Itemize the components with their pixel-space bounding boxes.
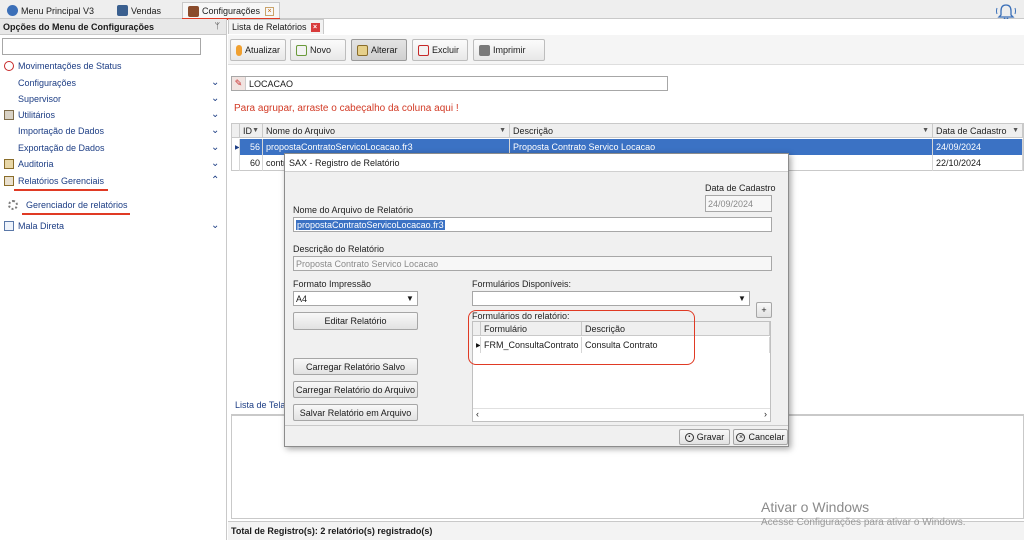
close-icon[interactable]: × bbox=[310, 22, 320, 32]
report-icon bbox=[4, 176, 14, 186]
edit-report-button[interactable]: Editar Relatório bbox=[293, 312, 418, 330]
edit-icon bbox=[357, 44, 368, 56]
file-name-field[interactable]: propostaContratoServicoLocacao.fr3 bbox=[293, 217, 772, 232]
available-forms-select[interactable]: ▼ bbox=[472, 291, 750, 306]
delete-button[interactable]: Excluir bbox=[412, 39, 468, 61]
menu-item-auditoria[interactable]: Auditoria ⌄ bbox=[0, 156, 226, 172]
app-icon bbox=[117, 5, 128, 16]
cancel-icon: × bbox=[736, 432, 746, 442]
tab-lista-relatorios[interactable]: Lista de Relatórios × bbox=[228, 19, 324, 34]
add-form-button[interactable]: + bbox=[756, 302, 772, 318]
chevron-down-icon: ⌄ bbox=[211, 220, 220, 231]
menu-item-utilitarios[interactable]: Utilitários ⌄ bbox=[0, 107, 226, 123]
load-report-file-button[interactable]: Carregar Relatório do Arquivo bbox=[293, 381, 418, 398]
top-tab-bar: Menu Principal V3 Vendas Configurações × bbox=[0, 0, 1024, 21]
row-indicator-icon: ▶ bbox=[232, 139, 240, 155]
app-icon bbox=[7, 5, 18, 16]
column-header-date[interactable]: Data de Cadastro ▼ bbox=[933, 124, 1023, 138]
dropdown-arrow-icon: ▼ bbox=[406, 294, 414, 303]
description-label: Descrição do Relatório bbox=[293, 244, 385, 254]
menu-item-supervisor[interactable]: Supervisor ⌄ bbox=[0, 91, 226, 107]
menu-item-configuracoes[interactable]: Configurações ⌄ bbox=[0, 75, 226, 91]
config-menu-panel: Opções do Menu de Configurações ᛘ Movime… bbox=[0, 19, 227, 540]
horizontal-scrollbar[interactable]: ‹ › bbox=[473, 408, 770, 421]
column-header-id[interactable]: ID ▼ bbox=[240, 124, 263, 138]
chevron-down-icon: ⌄ bbox=[211, 158, 220, 169]
row-indicator-header bbox=[232, 124, 240, 138]
cell-id: 56 bbox=[240, 139, 263, 155]
available-forms-label: Formulários Disponíveis: bbox=[472, 279, 572, 289]
gear-icon bbox=[8, 200, 18, 210]
filter-icon[interactable]: ▼ bbox=[922, 127, 929, 134]
print-format-label: Formato Impressão bbox=[293, 279, 372, 289]
report-register-dialog: SAX - Registro de Relatório Data de Cada… bbox=[284, 153, 789, 447]
close-icon[interactable]: × bbox=[265, 6, 275, 16]
cancel-button[interactable]: × Cancelar bbox=[733, 429, 788, 445]
divider bbox=[285, 425, 788, 426]
settings-icon bbox=[188, 5, 199, 17]
scroll-left-icon[interactable]: ‹ bbox=[476, 409, 479, 419]
group-hint: Para agrupar, arraste o cabeçalho da col… bbox=[234, 103, 459, 114]
menu-item-relatorios-gerenciais[interactable]: Relatórios Gerenciais ⌃ bbox=[0, 173, 226, 189]
description-field[interactable]: Proposta Contrato Servico Locacao bbox=[293, 256, 772, 271]
annotation-underline bbox=[22, 213, 130, 215]
annotation-highlight bbox=[468, 310, 695, 365]
toolbar bbox=[228, 35, 1024, 65]
cell-date: 22/10/2024 bbox=[933, 155, 1023, 171]
menu-item-mala-direta[interactable]: Mala Direta ⌄ bbox=[0, 218, 226, 234]
print-button[interactable]: Imprimir bbox=[473, 39, 545, 61]
chevron-down-icon: ⌄ bbox=[211, 93, 220, 104]
chevron-down-icon: ⌄ bbox=[211, 125, 220, 136]
menu-item-importacao[interactable]: Importação de Dados ⌄ bbox=[0, 123, 226, 139]
date-label: Data de Cadastro bbox=[705, 183, 776, 193]
filter-icon[interactable]: ▼ bbox=[1012, 127, 1019, 134]
column-header-description[interactable]: Descrição ▼ bbox=[510, 124, 933, 138]
audit-icon bbox=[4, 159, 14, 169]
save-report-file-button[interactable]: Salvar Relatório em Arquivo bbox=[293, 404, 418, 421]
save-button[interactable]: ▪ Gravar bbox=[679, 429, 730, 445]
new-icon bbox=[296, 44, 307, 56]
save-icon: ▪ bbox=[684, 432, 694, 442]
dropdown-arrow-icon: ▼ bbox=[738, 294, 746, 303]
printer-icon bbox=[479, 44, 490, 56]
mail-icon bbox=[4, 221, 14, 231]
panel-title: Opções do Menu de Configurações bbox=[0, 19, 226, 35]
menu-item-movimentacoes[interactable]: Movimentações de Status bbox=[0, 58, 226, 74]
activation-watermark-text: Acesse Configurações para ativar o Windo… bbox=[761, 517, 966, 528]
row-indicator bbox=[232, 155, 240, 171]
dialog-title: SAX - Registro de Relatório bbox=[285, 154, 788, 172]
load-saved-report-button[interactable]: Carregar Relatório Salvo bbox=[293, 358, 418, 375]
menu-item-exportacao[interactable]: Exportação de Dados ⌄ bbox=[0, 140, 226, 156]
eraser-icon[interactable]: ✎ bbox=[232, 77, 246, 90]
pin-icon[interactable]: ᛘ bbox=[215, 21, 220, 31]
refresh-icon bbox=[236, 44, 242, 56]
activation-watermark-title: Ativar o Windows bbox=[761, 499, 870, 515]
cell-date: 24/09/2024 bbox=[933, 139, 1023, 155]
filter-icon[interactable]: ▼ bbox=[252, 127, 259, 134]
tab-vendas[interactable]: Vendas bbox=[112, 2, 166, 19]
delete-icon bbox=[418, 44, 429, 56]
chevron-up-icon: ⌃ bbox=[211, 175, 220, 186]
cell-id: 60 bbox=[240, 155, 263, 171]
alert-icon bbox=[4, 61, 14, 71]
annotation-underline bbox=[14, 189, 108, 191]
chevron-down-icon: ⌄ bbox=[211, 109, 220, 120]
tab-configuracoes[interactable]: Configurações × bbox=[182, 2, 281, 19]
tab-menu-principal[interactable]: Menu Principal V3 bbox=[2, 2, 99, 19]
refresh-button[interactable]: Atualizar bbox=[230, 39, 286, 61]
filter-input[interactable]: ✎ LOCACAO bbox=[231, 76, 668, 91]
filter-icon[interactable]: ▼ bbox=[499, 127, 506, 134]
file-name-label: Nome do Arquivo de Relatório bbox=[293, 205, 414, 215]
edit-button[interactable]: Alterar bbox=[351, 39, 407, 61]
column-header-file[interactable]: Nome do Arquivo ▼ bbox=[263, 124, 510, 138]
scroll-right-icon[interactable]: › bbox=[764, 409, 767, 419]
new-button[interactable]: Novo bbox=[290, 39, 346, 61]
chevron-down-icon: ⌄ bbox=[211, 142, 220, 153]
print-format-select[interactable]: A4 ▼ bbox=[293, 291, 418, 306]
menu-search-input[interactable] bbox=[2, 38, 201, 55]
tools-icon bbox=[4, 110, 14, 120]
date-field[interactable]: 24/09/2024 bbox=[705, 195, 772, 212]
menu-item-gerenciador-relatorios[interactable]: Gerenciador de relatórios bbox=[0, 197, 226, 213]
chevron-down-icon: ⌄ bbox=[211, 77, 220, 88]
